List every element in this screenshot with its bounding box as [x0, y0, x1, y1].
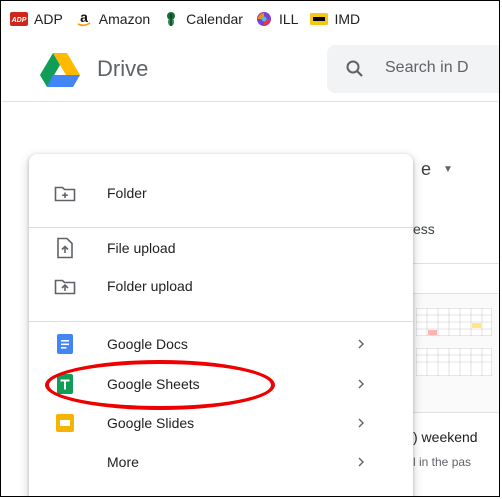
file-subtitle: l in the pas	[413, 455, 472, 469]
folder-upload-icon	[53, 274, 77, 298]
menu-item-google-sheets[interactable]: Google Sheets	[29, 365, 413, 403]
menu-item-label: Folder	[107, 185, 147, 201]
svg-text:ADP: ADP	[11, 17, 27, 24]
bookmark-calendar[interactable]: Calendar	[162, 11, 243, 27]
svg-text:a: a	[80, 11, 88, 25]
imdb-icon	[310, 11, 329, 27]
file-title[interactable]: ) weekend	[413, 429, 478, 445]
google-slides-icon	[53, 411, 77, 435]
menu-divider	[29, 321, 413, 322]
new-folder-icon	[53, 181, 77, 205]
bookmark-label: Calendar	[186, 11, 243, 27]
search-icon[interactable]	[345, 59, 365, 79]
ill-icon	[255, 11, 273, 27]
bookmarks-bar: ADP ADP a Amazon Calendar ILL IMD	[2, 2, 498, 36]
menu-item-label: Folder upload	[107, 278, 193, 294]
drive-title: Drive	[97, 56, 149, 81]
search-input[interactable]: Search in D	[385, 59, 469, 77]
my-drive-dropdown[interactable]: e ▼	[421, 159, 453, 180]
menu-item-label: File upload	[107, 240, 176, 256]
new-item-menu: Folder File upload Folder upload Google …	[29, 154, 413, 496]
bookmark-imdb[interactable]: IMD	[310, 11, 360, 27]
menu-item-file-upload[interactable]: File upload	[29, 229, 413, 267]
calendar-thumbnail-icon	[416, 348, 492, 376]
quick-access-label: ess	[413, 221, 435, 237]
bookmark-label: IMD	[334, 11, 361, 27]
caret-down-icon: ▼	[443, 164, 453, 175]
calendar-thumbnail-icon	[416, 308, 492, 336]
chevron-right-icon	[358, 457, 364, 467]
bookmark-label: Amazon	[98, 11, 151, 27]
menu-item-label: Google Sheets	[107, 376, 200, 392]
chevron-right-icon	[358, 418, 364, 428]
file-thumbnail[interactable]	[405, 293, 499, 413]
chevron-right-icon	[358, 339, 364, 349]
chevron-right-icon	[358, 379, 364, 389]
menu-item-folder[interactable]: Folder	[29, 174, 413, 212]
menu-item-label: More	[107, 454, 139, 470]
calendar-icon	[162, 11, 180, 27]
google-docs-icon	[53, 332, 77, 356]
divider	[405, 263, 499, 264]
google-drive-logo-icon[interactable]	[40, 53, 80, 87]
amazon-icon: a	[75, 11, 93, 27]
screenshot-frame: ADP ADP a Amazon Calendar ILL IMD Drive …	[0, 0, 500, 497]
my-drive-label: e	[421, 159, 432, 179]
menu-item-folder-upload[interactable]: Folder upload	[29, 267, 413, 305]
menu-item-label: Google Docs	[107, 336, 188, 352]
bookmark-amazon[interactable]: a Amazon	[75, 11, 150, 27]
menu-item-more[interactable]: More	[29, 443, 413, 481]
adp-icon: ADP	[10, 11, 28, 27]
menu-item-google-slides[interactable]: Google Slides	[29, 404, 413, 442]
search-box[interactable]: Search in D	[327, 45, 499, 93]
bookmark-label: ADP	[34, 11, 63, 27]
menu-item-label: Google Slides	[107, 415, 195, 431]
bookmark-adp[interactable]: ADP ADP	[10, 11, 63, 27]
menu-divider	[29, 227, 413, 228]
menu-item-google-docs[interactable]: Google Docs	[29, 325, 413, 363]
drive-header: Drive Search in D	[2, 37, 499, 102]
bookmark-label: ILL	[278, 11, 299, 27]
file-upload-icon	[53, 236, 77, 260]
google-sheets-icon	[53, 372, 77, 396]
bookmark-ill[interactable]: ILL	[255, 11, 298, 27]
